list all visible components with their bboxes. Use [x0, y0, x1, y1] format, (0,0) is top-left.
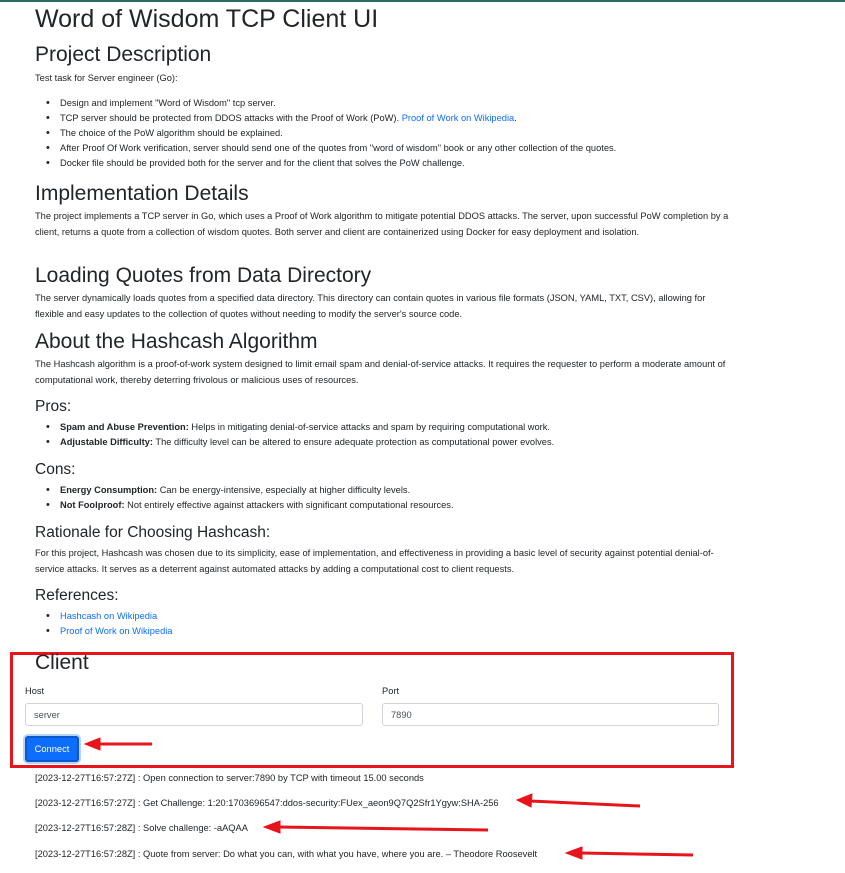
annotation-arrow — [579, 851, 694, 857]
annotation-arrowhead — [515, 793, 533, 808]
annotation-arrowhead — [262, 820, 281, 834]
annotation-arrowhead — [83, 737, 101, 751]
annotation-arrowhead — [564, 846, 583, 860]
annotation-arrow — [277, 825, 489, 832]
annotation-arrows — [83, 737, 694, 860]
annotation-arrow — [529, 799, 641, 808]
